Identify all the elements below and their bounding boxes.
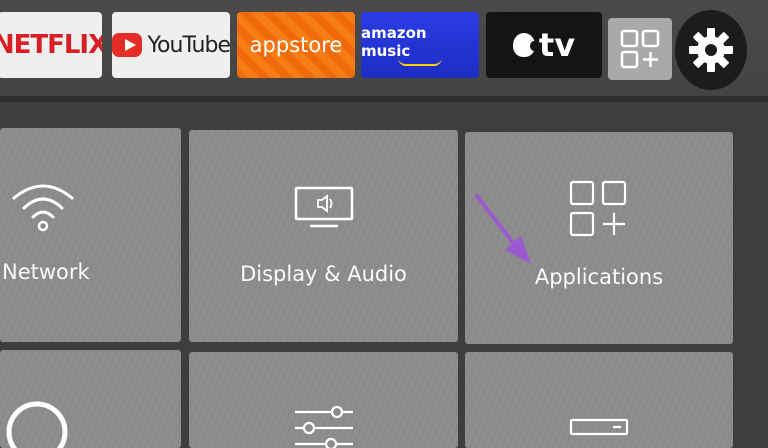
gear-icon xyxy=(689,28,733,72)
network-label: Network xyxy=(2,260,90,284)
amazon-music-tile[interactable]: amazon music xyxy=(361,12,479,78)
youtube-play-icon xyxy=(112,33,142,57)
device-icon xyxy=(569,418,629,436)
netflix-tile[interactable]: NETFLIX xyxy=(0,12,102,78)
preferences-tile[interactable] xyxy=(189,352,458,448)
youtube-tile[interactable]: YouTube xyxy=(112,12,230,78)
apps-tile[interactable] xyxy=(608,18,672,80)
sliders-icon xyxy=(295,405,353,448)
appstore-tile[interactable]: appstore xyxy=(237,12,355,78)
settings-gear-button[interactable] xyxy=(675,10,747,90)
network-tile[interactable]: Network xyxy=(0,128,181,342)
applications-icon xyxy=(569,180,627,237)
amazon-smile-icon xyxy=(398,58,442,66)
row-divider xyxy=(0,96,768,102)
amazon-music-logo: amazon music xyxy=(361,24,427,60)
apps-grid-icon xyxy=(620,29,660,69)
device-tile[interactable] xyxy=(465,352,733,448)
appstore-logo: appstore xyxy=(249,33,343,57)
controllers-tile[interactable] xyxy=(0,350,181,448)
remote-icon xyxy=(6,401,68,448)
apple-icon xyxy=(512,33,538,57)
display-audio-tile[interactable]: Display & Audio xyxy=(189,130,458,342)
apple-tv-tile[interactable]: tv xyxy=(486,12,602,78)
pointer-arrow-icon xyxy=(475,194,531,264)
apple-tv-logo: tv xyxy=(538,26,576,64)
display-audio-icon xyxy=(294,186,354,228)
wifi-icon xyxy=(12,184,74,232)
applications-label: Applications xyxy=(534,265,664,289)
display-audio-label: Display & Audio xyxy=(240,262,407,286)
netflix-logo: NETFLIX xyxy=(0,30,102,60)
youtube-logo: YouTube xyxy=(147,32,230,58)
